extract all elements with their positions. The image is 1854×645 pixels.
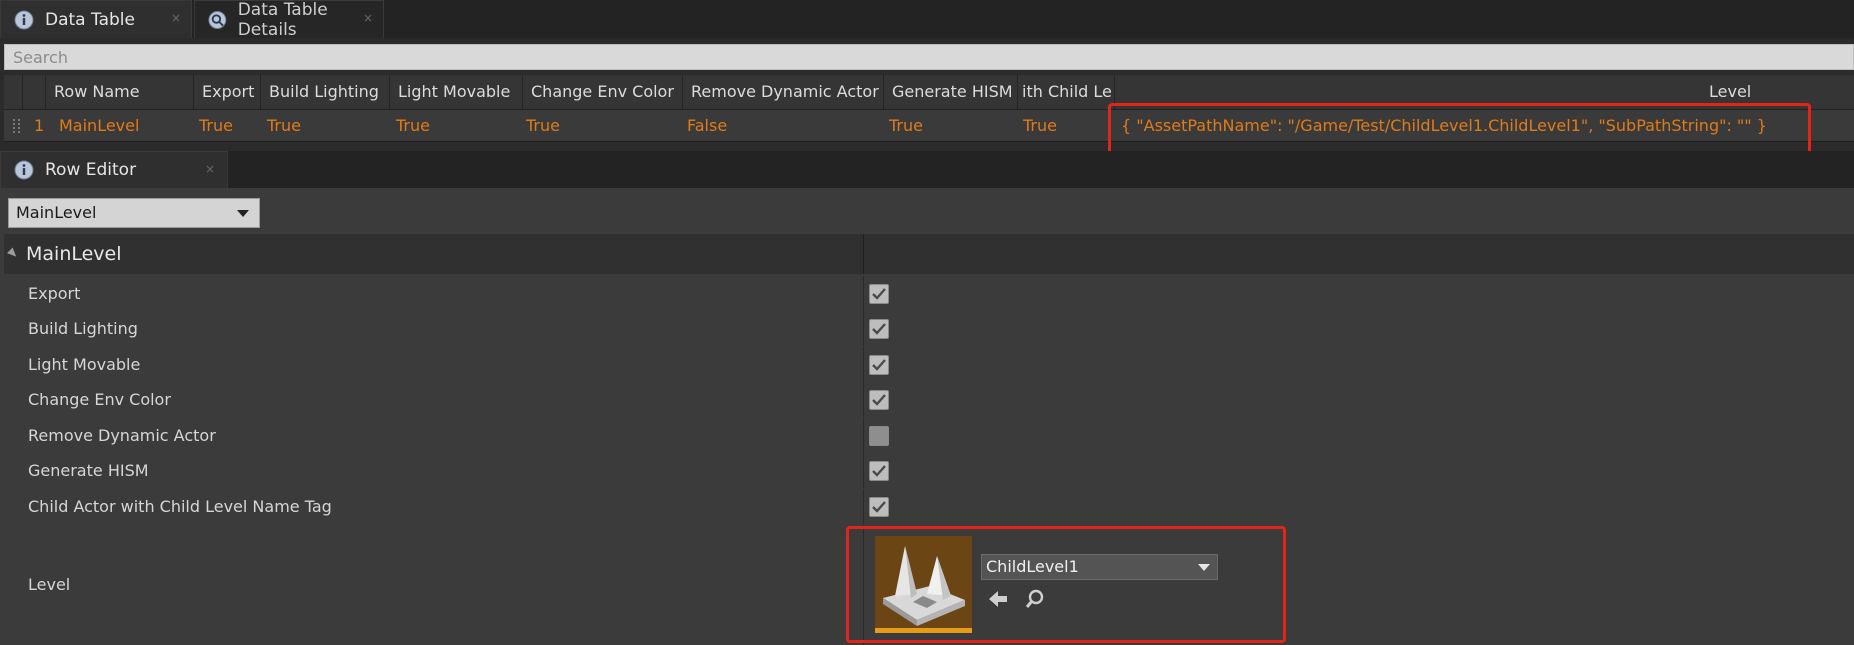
column-export[interactable]: Export — [194, 75, 261, 109]
checkmark-icon — [872, 323, 886, 335]
checkmark-icon — [872, 465, 886, 477]
info-icon — [14, 10, 34, 29]
checkmark-icon — [872, 288, 886, 300]
build-lighting-checkbox[interactable] — [869, 319, 889, 339]
property-label: Level — [28, 575, 71, 594]
tab-label: Data Table — [45, 9, 135, 30]
row-editor-tab-bar: Row Editor × — [0, 151, 1854, 188]
property-row-build-lighting: Build Lighting — [4, 311, 1854, 346]
property-label: Child Actor with Child Level Name Tag — [28, 497, 332, 516]
property-label: Light Movable — [28, 355, 141, 374]
column-light-movable[interactable]: Light Movable — [390, 75, 523, 109]
column-divider — [863, 453, 864, 488]
cell-export: True — [199, 116, 233, 135]
column-divider — [863, 276, 864, 311]
child-actor-tag-checkbox[interactable] — [869, 497, 889, 517]
row-select-value: MainLevel — [16, 203, 97, 222]
property-row-remove-dynamic-actor: Remove Dynamic Actor — [4, 418, 1854, 453]
property-label: Build Lighting — [28, 319, 138, 338]
column-remove-dynamic-actor[interactable]: Remove Dynamic Actor — [683, 75, 884, 109]
column-generate-hism[interactable]: Generate HISM — [884, 75, 1018, 109]
property-label: Export — [28, 284, 81, 303]
change-env-color-checkbox[interactable] — [869, 390, 889, 410]
tab-row-editor[interactable]: Row Editor × — [0, 151, 228, 188]
checkmark-icon — [872, 359, 886, 371]
highlight-box-level-cell — [1108, 103, 1811, 156]
column-divider — [863, 489, 864, 524]
top-tab-bar: Data Table × Data Table Details × — [0, 0, 1854, 40]
column-divider — [863, 347, 864, 382]
details-icon — [208, 10, 227, 29]
category-header[interactable]: MainLevel — [4, 234, 1854, 274]
column-row-name[interactable]: Row Name — [46, 75, 194, 109]
checkmark-icon — [872, 394, 886, 406]
highlight-box-level-property — [846, 526, 1286, 643]
generate-hism-checkbox[interactable] — [869, 461, 889, 481]
light-movable-checkbox[interactable] — [869, 355, 889, 375]
column-child-level-tag[interactable]: ith Child Le — [1018, 75, 1115, 109]
close-icon[interactable]: × — [205, 162, 215, 176]
tab-label: Row Editor — [45, 160, 137, 180]
remove-dynamic-actor-checkbox[interactable] — [869, 426, 889, 446]
cell-remove-dynamic-actor: False — [687, 116, 728, 135]
row-select-dropdown[interactable]: MainLevel — [8, 198, 260, 228]
cell-child-level-tag: True — [1023, 116, 1057, 135]
column-build-lighting[interactable]: Build Lighting — [261, 75, 390, 109]
column-divider — [863, 418, 864, 453]
cell-light-movable: True — [396, 116, 430, 135]
tab-data-table-details[interactable]: Data Table Details × — [194, 0, 384, 40]
property-label: Remove Dynamic Actor — [28, 426, 216, 445]
column-divider — [863, 382, 864, 417]
close-icon[interactable]: × — [363, 11, 373, 25]
column-divider — [863, 311, 864, 346]
cell-change-env-color: True — [526, 116, 560, 135]
property-row-change-env-color: Change Env Color — [4, 382, 1854, 417]
tab-data-table[interactable]: Data Table × — [0, 0, 192, 38]
cell-build-lighting: True — [267, 116, 301, 135]
row-index: 1 — [34, 116, 45, 135]
export-checkbox[interactable] — [869, 284, 889, 304]
property-label: Generate HISM — [28, 461, 149, 480]
cell-row-name: MainLevel — [59, 116, 140, 135]
info-icon — [14, 160, 34, 180]
tab-label: Data Table Details — [237, 0, 328, 40]
property-row-child-actor-tag: Child Actor with Child Level Name Tag — [4, 489, 1854, 524]
property-row-generate-hism: Generate HISM — [4, 453, 1854, 488]
property-row-export: Export — [4, 276, 1854, 311]
collapse-arrow-icon[interactable] — [6, 247, 20, 260]
header-grip-cell — [4, 75, 23, 109]
property-row-light-movable: Light Movable — [4, 347, 1854, 382]
category-title: MainLevel — [26, 243, 122, 265]
column-divider — [863, 234, 864, 274]
search-input[interactable]: Search — [4, 44, 1854, 70]
cell-generate-hism: True — [889, 116, 923, 135]
property-label: Change Env Color — [28, 390, 171, 409]
grip-icon[interactable] — [12, 118, 22, 134]
close-icon[interactable]: × — [171, 11, 181, 25]
header-index-cell — [23, 75, 46, 109]
checkmark-icon — [872, 501, 886, 513]
chevron-down-icon — [237, 210, 249, 217]
column-change-env-color[interactable]: Change Env Color — [523, 75, 683, 109]
